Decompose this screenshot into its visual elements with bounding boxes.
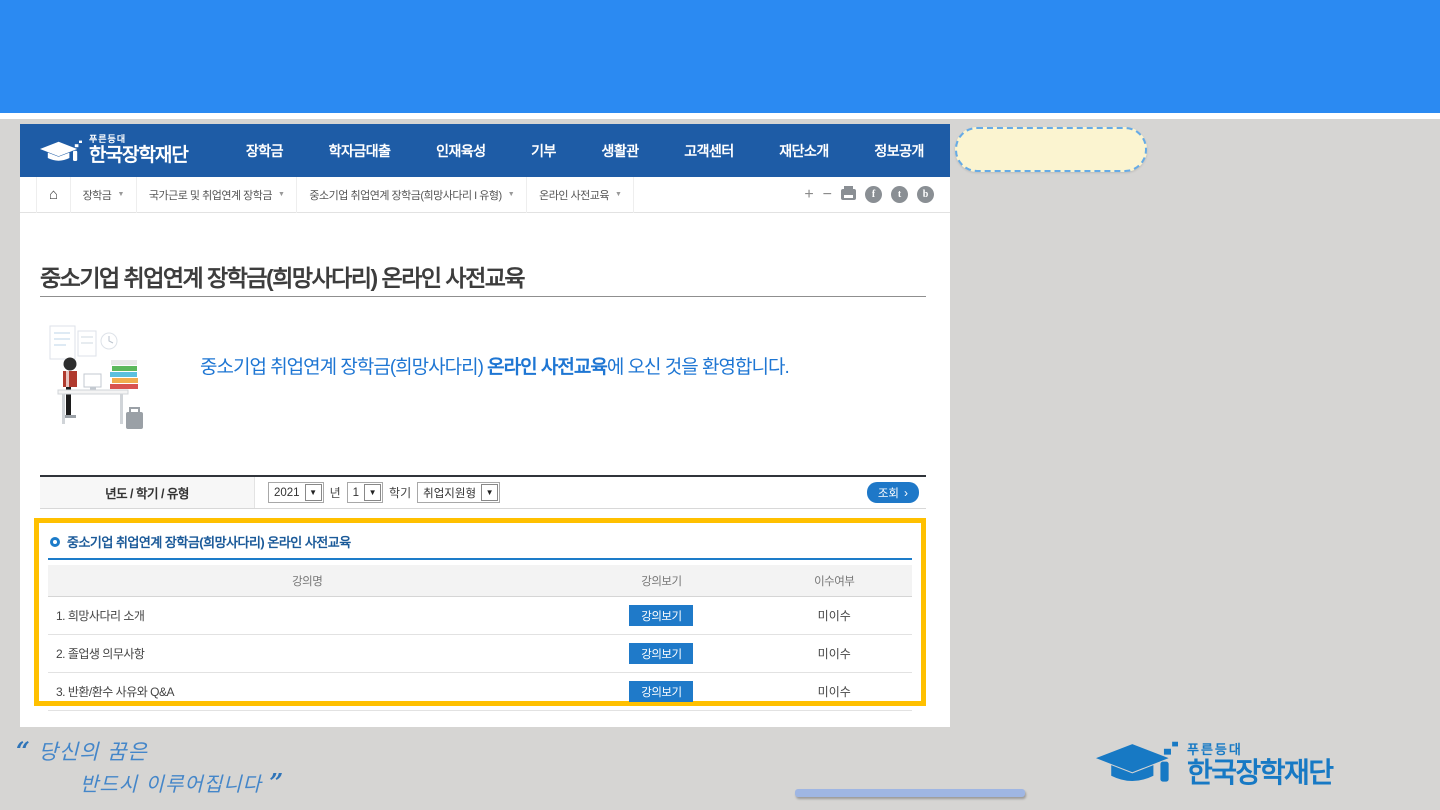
watch-lecture-button[interactable]: 강의보기 — [629, 681, 693, 702]
footer-logo-name: 한국장학재단 — [1187, 759, 1333, 787]
lecture-name: 2. 졸업생 의무사항 — [48, 635, 566, 673]
breadcrumb-work-study[interactable]: 국가근로 및 취업연계 장학금 — [137, 177, 298, 213]
logo-tagline: 푸른등대 — [89, 135, 188, 144]
close-quote: ” — [269, 768, 284, 797]
banner-divider — [0, 113, 1440, 119]
footer-logo: 푸른등대 한국장학재단 — [1096, 738, 1333, 790]
menu-customer-center[interactable]: 고객센터 — [684, 141, 734, 161]
page-tools: + − f t b — [804, 186, 950, 203]
browser-screenshot: 푸른등대 한국장학재단 장학금 학자금대출 인재육성 기부 생활관 고객센터 재… — [20, 124, 950, 727]
table-row: 1. 희망사다리 소개 강의보기 미이수 — [48, 597, 912, 635]
year-suffix: 년 — [330, 484, 341, 501]
logo-name: 한국장학재단 — [89, 146, 188, 165]
open-quote: “ — [16, 736, 31, 765]
slogan-line2: 반드시 이루어집니다 — [80, 772, 262, 796]
table-row: 3. 반환/환수 사유와 Q&A 강의보기 미이수 — [48, 673, 912, 711]
welcome-message: 중소기업 취업연계 장학금(희망사다리) 온라인 사전교육에 오신 것을 환영합… — [200, 352, 789, 379]
column-lecture-name: 강의명 — [48, 565, 566, 597]
facebook-icon[interactable]: f — [865, 186, 882, 203]
type-select[interactable]: 취업지원형 — [417, 482, 500, 503]
menu-donation[interactable]: 기부 — [531, 141, 556, 161]
menu-about[interactable]: 재단소개 — [779, 141, 829, 161]
graduation-cap-icon — [40, 137, 82, 167]
welcome-block: 중소기업 취업연계 장학금(희망사다리) 온라인 사전교육에 오신 것을 환영합… — [46, 322, 789, 443]
lecture-name: 1. 희망사다리 소개 — [48, 597, 566, 635]
watch-lecture-button[interactable]: 강의보기 — [629, 605, 693, 626]
lecture-name: 3. 반환/환수 사유와 Q&A — [48, 673, 566, 711]
page-title: 중소기업 취업연계 장학금(희망사다리) 온라인 사전교육 — [40, 259, 524, 293]
zoom-in-icon[interactable]: + — [804, 187, 813, 203]
search-button[interactable]: 조회 — [867, 482, 919, 503]
course-table: 강의명 강의보기 이수여부 1. 희망사다리 소개 강의보기 미이수 2. 졸업… — [48, 565, 912, 711]
home-icon[interactable] — [36, 177, 71, 213]
footer-logo-tagline: 푸른등대 — [1187, 743, 1333, 756]
select-arrow-icon — [364, 484, 381, 501]
breadcrumb: 장학금 국가근로 및 취업연계 장학금 중소기업 취업연계 장학금(희망사다리 … — [20, 177, 950, 213]
menu-student-loan[interactable]: 학자금대출 — [329, 141, 391, 161]
breadcrumb-online-education[interactable]: 온라인 사전교육 — [527, 177, 634, 213]
chevron-down-icon — [508, 191, 514, 198]
slide-slogan: “ 당신의 꿈은 반드시 이루어집니다 ” — [16, 736, 284, 797]
menu-scholarship[interactable]: 장학금 — [246, 141, 283, 161]
callout-placeholder — [955, 127, 1147, 172]
table-row: 2. 졸업생 의무사항 강의보기 미이수 — [48, 635, 912, 673]
select-arrow-icon — [481, 484, 498, 501]
column-completion-status: 이수여부 — [756, 565, 912, 597]
course-table-header: 강의명 강의보기 이수여부 — [48, 565, 912, 597]
blog-icon[interactable]: b — [917, 186, 934, 203]
main-menu: 장학금 학자금대출 인재육성 기부 생활관 고객센터 재단소개 정보공개 — [246, 141, 924, 161]
slide-top-banner — [0, 0, 1440, 113]
welcome-illustration — [46, 322, 150, 443]
print-icon[interactable] — [841, 189, 856, 200]
zoom-out-icon[interactable]: − — [823, 187, 832, 203]
site-logo[interactable]: 푸른등대 한국장학재단 — [40, 135, 188, 167]
twitter-icon[interactable]: t — [891, 186, 908, 203]
menu-disclosure[interactable]: 정보공개 — [874, 141, 924, 161]
chevron-down-icon — [278, 191, 284, 198]
menu-talent[interactable]: 인재육성 — [436, 141, 486, 161]
watch-lecture-button[interactable]: 강의보기 — [629, 643, 693, 664]
semester-suffix: 학기 — [389, 484, 411, 501]
title-divider — [40, 296, 926, 297]
completion-status: 미이수 — [756, 635, 912, 673]
menu-dormitory[interactable]: 생활관 — [601, 141, 638, 161]
column-watch-lecture: 강의보기 — [566, 565, 756, 597]
year-select[interactable]: 2021 — [268, 482, 324, 503]
breadcrumb-scholarship[interactable]: 장학금 — [71, 177, 137, 213]
graduation-cap-icon — [1096, 738, 1178, 790]
site-navbar: 푸른등대 한국장학재단 장학금 학자금대출 인재육성 기부 생활관 고객센터 재… — [20, 124, 950, 177]
decorative-bar — [795, 789, 1025, 797]
course-section-highlight: 중소기업 취업연계 장학금(희망사다리) 온라인 사전교육 강의명 강의보기 이… — [34, 518, 926, 706]
semester-select[interactable]: 1 — [347, 482, 383, 503]
completion-status: 미이수 — [756, 673, 912, 711]
chevron-down-icon — [117, 191, 123, 198]
chevron-down-icon — [615, 191, 621, 198]
filter-label: 년도 / 학기 / 유형 — [40, 477, 255, 508]
breadcrumb-sme-scholarship[interactable]: 중소기업 취업연계 장학금(희망사다리 I 유형) — [297, 177, 527, 213]
slogan-line1: 당신의 꿈은 — [39, 740, 148, 764]
select-arrow-icon — [305, 484, 322, 501]
completion-status: 미이수 — [756, 597, 912, 635]
filter-row: 년도 / 학기 / 유형 2021 년 1 학기 취업지원형 조회 — [40, 475, 926, 509]
bullet-icon — [50, 537, 60, 547]
filter-fields: 2021 년 1 학기 취업지원형 조회 — [255, 477, 926, 508]
course-section-title: 중소기업 취업연계 장학금(희망사다리) 온라인 사전교육 — [48, 526, 912, 560]
